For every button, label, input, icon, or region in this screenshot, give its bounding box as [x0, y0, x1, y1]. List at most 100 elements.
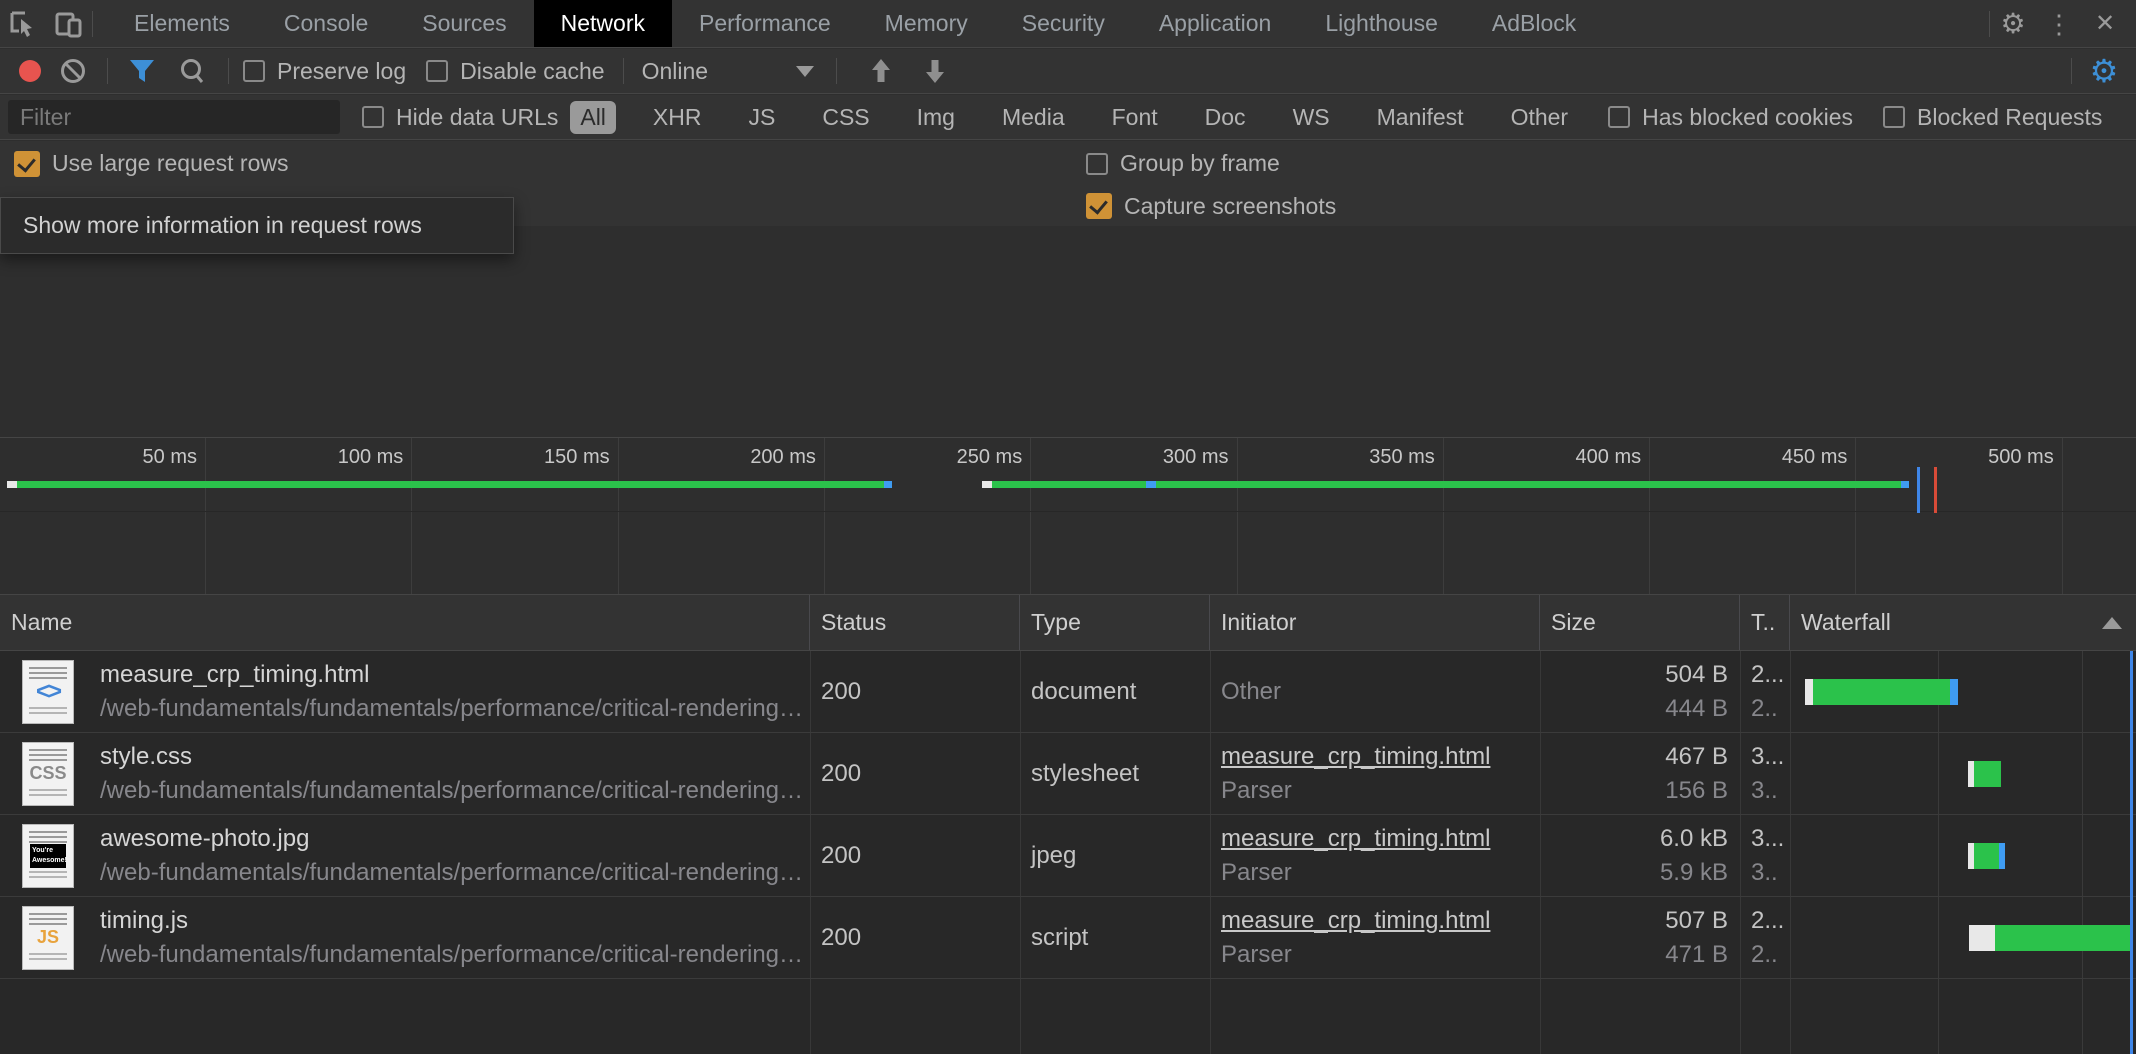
request-name: measure_crp_timing.html — [100, 661, 803, 689]
size-total: 467 B — [1665, 743, 1728, 771]
tab-application[interactable]: Application — [1132, 0, 1299, 47]
column-header-name[interactable]: Name — [0, 595, 810, 650]
request-name-block: timing.js/web-fundamentals/fundamentals/… — [100, 907, 803, 969]
blocked-requests-label: Blocked Requests — [1917, 104, 2102, 131]
settings-gear-icon[interactable]: ⚙ — [1990, 0, 2036, 47]
network-toolbar: Preserve log Disable cache Online ⚙ — [0, 49, 2136, 94]
type-filter-img[interactable]: Img — [907, 101, 965, 134]
hide-data-urls-checkbox[interactable]: Hide data URLs — [362, 104, 558, 131]
close-devtools-icon[interactable]: ✕ — [2082, 0, 2128, 47]
search-icon[interactable] — [170, 49, 214, 93]
large-rows-tooltip-text: Show more information in request rows — [23, 212, 422, 239]
type-filter-other[interactable]: Other — [1501, 101, 1579, 134]
toolbar-separator-2 — [228, 58, 229, 84]
group-by-frame-label: Group by frame — [1120, 150, 1280, 177]
cell-initiator: measure_crp_timing.htmlParser — [1210, 897, 1540, 978]
overview-gridline — [205, 438, 206, 594]
initiator-link[interactable]: measure_crp_timing.html — [1221, 825, 1540, 853]
type-filter-all[interactable]: All — [570, 101, 616, 134]
tab-lighthouse[interactable]: Lighthouse — [1298, 0, 1465, 47]
column-header-label: Initiator — [1221, 609, 1296, 636]
column-header-initiator[interactable]: Initiator — [1210, 595, 1540, 650]
initiator-link[interactable]: measure_crp_timing.html — [1221, 743, 1540, 771]
tab-console[interactable]: Console — [257, 0, 395, 47]
preserve-log-checkbox[interactable]: Preserve log — [243, 58, 406, 85]
use-large-request-rows-checkbox-box[interactable] — [14, 151, 40, 177]
group-by-frame-checkbox[interactable]: Group by frame — [1086, 150, 1280, 177]
overview-bar-segment — [1901, 481, 1909, 488]
network-filterbar: Hide data URLs All XHR JS CSS Img Media Font Do… — [0, 95, 2136, 140]
column-header-waterfall[interactable]: Waterfall — [1790, 595, 2136, 650]
overview-gridline — [1237, 438, 1238, 594]
tab-memory[interactable]: Memory — [858, 0, 995, 47]
column-header-t[interactable]: T.. — [1740, 595, 1790, 650]
tab-network[interactable]: Network — [534, 0, 672, 47]
device-toolbar-icon[interactable] — [46, 0, 92, 47]
type-filter-font[interactable]: Font — [1102, 101, 1168, 134]
tab-sources[interactable]: Sources — [395, 0, 533, 47]
table-row-style-css[interactable]: CSSstyle.css/web-fundamentals/fundamenta… — [0, 733, 2136, 815]
type-filter-xhr[interactable]: XHR — [643, 101, 712, 134]
type-filter-css[interactable]: CSS — [812, 101, 879, 134]
tabbar-separator — [92, 11, 93, 37]
use-large-request-rows-checkbox[interactable]: Use large request rows — [14, 150, 289, 177]
record-network-log-button[interactable] — [19, 60, 41, 82]
inspect-element-icon[interactable] — [0, 0, 46, 47]
devtools-network-panel: ElementsConsoleSourcesNetworkPerformance… — [0, 0, 2136, 1054]
column-header-size[interactable]: Size — [1540, 595, 1740, 650]
cell-waterfall — [1790, 651, 2136, 732]
request-path: /web-fundamentals/fundamentals/performan… — [100, 941, 803, 969]
preserve-log-checkbox-box[interactable] — [243, 60, 265, 82]
cell-name: JS timing.js/web-fundamentals/fundamental… — [0, 897, 810, 978]
request-name: timing.js — [100, 907, 803, 935]
tab-security[interactable]: Security — [995, 0, 1132, 47]
time-latency: 2.. — [1751, 695, 1790, 723]
tab-elements[interactable]: Elements — [107, 0, 257, 47]
hide-data-urls-checkbox-box[interactable] — [362, 106, 384, 128]
clear-network-log-icon[interactable] — [51, 49, 95, 93]
type-filter-ws[interactable]: WS — [1283, 101, 1340, 134]
column-header-status[interactable]: Status — [810, 595, 1020, 650]
blocked-requests-checkbox-box[interactable] — [1883, 106, 1905, 128]
cell-name: CSSstyle.css/web-fundamentals/fundamenta… — [0, 733, 810, 814]
request-path: /web-fundamentals/fundamentals/performan… — [100, 695, 803, 723]
capture-screenshots-checkbox-box[interactable] — [1086, 193, 1112, 219]
group-by-frame-checkbox-box[interactable] — [1086, 153, 1108, 175]
large-rows-tooltip: Show more information in request rows — [0, 197, 514, 254]
blocked-requests-checkbox[interactable]: Blocked Requests — [1883, 104, 2102, 131]
disable-cache-checkbox[interactable]: Disable cache — [426, 58, 604, 85]
disable-cache-checkbox-box[interactable] — [426, 60, 448, 82]
type-filter-doc[interactable]: Doc — [1195, 101, 1256, 134]
filter-funnel-icon[interactable] — [120, 49, 164, 93]
request-name: style.css — [100, 743, 803, 771]
capture-screenshots-checkbox[interactable]: Capture screenshots — [1086, 193, 1336, 220]
type-filter-media[interactable]: Media — [992, 101, 1075, 134]
size-total: 6.0 kB — [1660, 825, 1728, 853]
requests-table-header: NameStatusType Initiator SizeT..Waterfall — [0, 595, 2136, 651]
cell-type: jpeg — [1020, 815, 1210, 896]
throttling-dropdown[interactable]: Online — [642, 58, 814, 85]
overview-tick-label: 200 ms — [750, 446, 816, 469]
import-har-icon[interactable] — [859, 49, 903, 93]
size-content: 5.9 kB — [1660, 859, 1728, 887]
initiator-link[interactable]: measure_crp_timing.html — [1221, 907, 1540, 935]
more-options-kebab-icon[interactable]: ⋮ — [2036, 0, 2082, 47]
type-filter-js[interactable]: JS — [738, 101, 785, 134]
table-row-measure-crp-timing-html[interactable]: <>measure_crp_timing.html/web-fundamenta… — [0, 651, 2136, 733]
toolbar-separator-1 — [107, 58, 108, 84]
initiator-sub: Parser — [1221, 859, 1540, 887]
js-file-icon: JS — [22, 906, 74, 970]
tab-performance[interactable]: Performance — [672, 0, 858, 47]
export-har-icon[interactable] — [913, 49, 957, 93]
tab-adblock[interactable]: AdBlock — [1465, 0, 1603, 47]
has-blocked-cookies-checkbox-box[interactable] — [1608, 106, 1630, 128]
filter-input[interactable] — [8, 100, 340, 134]
type-filter-manifest[interactable]: Manifest — [1367, 101, 1474, 134]
network-settings-gear-icon[interactable]: ⚙ — [2072, 49, 2136, 93]
table-row-awesome-photo-jpg[interactable]: You'reAwesome!awesome-photo.jpg/web-fund… — [0, 815, 2136, 897]
has-blocked-cookies-checkbox[interactable]: Has blocked cookies — [1608, 104, 1853, 131]
network-overview-timeline[interactable]: 50 ms100 ms150 ms200 ms250 ms300 ms350 m… — [0, 437, 2136, 595]
column-header-type[interactable]: Type — [1020, 595, 1210, 650]
table-row-timing-js[interactable]: JS timing.js/web-fundamentals/fundamental… — [0, 897, 2136, 979]
waterfall-bar-segment — [1950, 679, 1958, 705]
